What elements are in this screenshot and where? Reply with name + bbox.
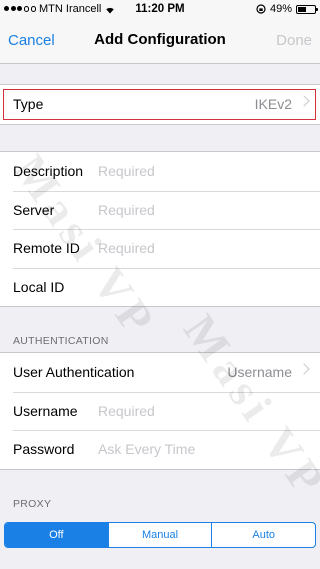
battery-percent: 49%	[269, 3, 292, 15]
remote-id-field[interactable]: Required	[98, 240, 155, 256]
local-id-row[interactable]: Local ID	[0, 267, 320, 307]
authentication-group: User Authentication Username Username Re…	[0, 352, 320, 470]
password-field[interactable]: Ask Every Time	[98, 441, 195, 457]
status-right: 49%	[256, 3, 318, 15]
done-button[interactable]: Done	[276, 32, 312, 49]
proxy-option-manual[interactable]: Manual	[107, 523, 212, 547]
proxy-option-off[interactable]: Off	[5, 523, 108, 547]
chevron-right-icon	[298, 363, 310, 375]
user-authentication-label: User Authentication	[13, 364, 135, 381]
local-id-label: Local ID	[13, 278, 65, 295]
highlight-box	[3, 89, 316, 120]
description-row[interactable]: Description Required	[0, 152, 320, 191]
username-label: Username	[13, 402, 78, 419]
proxy-segmented-control[interactable]: Off Manual Auto	[4, 522, 316, 548]
page-title: Add Configuration	[94, 31, 226, 48]
server-row[interactable]: Server Required	[0, 190, 320, 230]
user-authentication-row[interactable]: User Authentication Username	[0, 353, 320, 392]
password-label: Password	[13, 441, 75, 458]
remote-id-row[interactable]: Remote ID Required	[0, 229, 320, 268]
password-row[interactable]: Password Ask Every Time	[0, 430, 320, 469]
battery-fill	[298, 6, 306, 12]
description-field[interactable]: Required	[98, 163, 155, 179]
proxy-option-auto[interactable]: Auto	[211, 523, 315, 547]
user-authentication-value: Username	[227, 364, 292, 381]
authentication-header: AUTHENTICATION	[13, 335, 109, 347]
server-field[interactable]: Required	[98, 202, 155, 218]
description-label: Description	[13, 163, 84, 180]
nav-bar: Cancel Add Configuration Done	[0, 20, 320, 64]
username-field[interactable]: Required	[98, 403, 155, 419]
rotation-lock-icon	[256, 4, 266, 14]
server-group: Description Required Server Required Rem…	[0, 151, 320, 307]
battery-icon	[296, 4, 318, 14]
proxy-header: PROXY	[13, 498, 52, 510]
username-row[interactable]: Username Required	[0, 391, 320, 431]
server-label: Server	[13, 201, 55, 218]
status-bar: MTN Irancell 11:20 PM 49%	[0, 0, 320, 20]
remote-id-label: Remote ID	[13, 240, 80, 257]
